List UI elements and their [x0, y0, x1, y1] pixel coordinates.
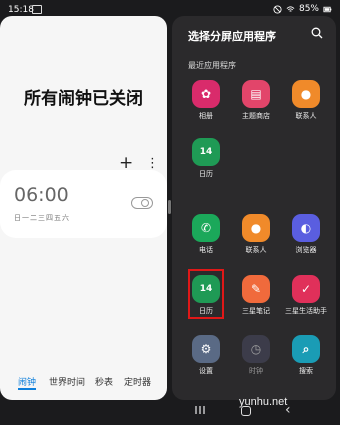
- app-label: 联系人: [245, 246, 267, 254]
- reminder-icon: ✓: [292, 275, 320, 303]
- split-divider-handle[interactable]: [168, 200, 171, 214]
- app-label: 电话: [199, 246, 213, 254]
- wifi-icon: [286, 5, 295, 12]
- mute-icon: [273, 4, 282, 14]
- tab-alarm[interactable]: 闹钟: [18, 375, 36, 388]
- clock-app-window: 所有闹钟已关闭 + ⋮ 06:00 日一二三四五六 闹钟 世界时间 秒表 定时器: [0, 16, 167, 400]
- calendar-date-glyph: 14: [199, 147, 213, 157]
- app-label: 时钟: [249, 367, 263, 375]
- picker-title: 选择分屏应用程序: [188, 30, 276, 43]
- calendar-icon: 14: [192, 138, 220, 166]
- app-label: 三星生活助手: [285, 307, 327, 315]
- app-reminder[interactable]: ✓ 三星生活助手: [284, 275, 328, 316]
- app-label: 联系人: [295, 112, 317, 120]
- app-calendar[interactable]: 14 日历: [184, 275, 228, 316]
- recent-apps-label: 最近应用程序: [188, 61, 236, 70]
- app-label: 相册: [199, 112, 213, 120]
- watermark: yunhu.net: [239, 396, 288, 408]
- alarm-time: 06:00: [14, 184, 69, 206]
- contact-icon: ●: [242, 214, 270, 242]
- app-browser[interactable]: ◐ 浏览器: [284, 214, 328, 255]
- alarm-days: 日一二三四五六: [14, 214, 70, 222]
- app-label: 浏览器: [295, 246, 317, 254]
- phone-icon: ✆: [192, 214, 220, 242]
- notes-icon: ✎: [242, 275, 270, 303]
- gear-icon: ⚙: [192, 335, 220, 363]
- app-contacts[interactable]: ● 联系人: [234, 214, 278, 255]
- gallery-notification-icon: [32, 5, 42, 14]
- page-title: 所有闹钟已关闭: [24, 89, 143, 109]
- app-settings[interactable]: ⚙ 设置: [184, 335, 228, 376]
- app-clock[interactable]: ◷ 时钟: [234, 335, 278, 376]
- app-label: 三星笔记: [242, 307, 270, 315]
- calendar-icon: 14: [192, 275, 220, 303]
- status-time: 15:18: [8, 5, 34, 15]
- app-phone[interactable]: ✆ 电话: [184, 214, 228, 255]
- navigation-bar: ‹: [0, 400, 340, 425]
- tab-world-clock[interactable]: 世界时间: [49, 375, 85, 388]
- active-tab-indicator: [18, 388, 36, 390]
- calendar-date-glyph: 14: [199, 284, 213, 294]
- app-label: 主题商店: [242, 112, 270, 120]
- flower-icon: ✿: [192, 80, 220, 108]
- app-search[interactable]: ⌕ 搜索: [284, 335, 328, 376]
- tab-stopwatch[interactable]: 秒表: [95, 375, 113, 388]
- app-picker-window: 选择分屏应用程序 最近应用程序 ✿ 相册 ▤ 主题商店 ● 联系人 14 日历 …: [172, 16, 336, 400]
- app-label: 搜索: [299, 367, 313, 375]
- app-label: 设置: [199, 367, 213, 375]
- app-samsung-notes[interactable]: ✎ 三星笔记: [234, 275, 278, 316]
- search-app-icon: ⌕: [292, 335, 320, 363]
- app-label: 日历: [199, 307, 213, 315]
- clock-icon: ◷: [242, 335, 270, 363]
- contact-icon: ●: [292, 80, 320, 108]
- recent-app-theme-store[interactable]: ▤ 主题商店: [234, 80, 278, 121]
- battery-percent: 85%: [298, 4, 319, 14]
- recent-app-contacts[interactable]: ● 联系人: [284, 80, 328, 121]
- alarm-toggle[interactable]: [131, 197, 153, 209]
- recent-apps-icon[interactable]: [194, 405, 206, 415]
- browser-icon: ◐: [292, 214, 320, 242]
- battery-icon: [323, 6, 332, 12]
- recent-app-gallery[interactable]: ✿ 相册: [184, 80, 228, 121]
- alarm-card[interactable]: 06:00 日一二三四五六: [0, 170, 167, 238]
- recent-app-calendar[interactable]: 14 日历: [184, 138, 228, 179]
- app-label: 日历: [199, 170, 213, 178]
- search-icon[interactable]: [311, 27, 323, 39]
- theme-store-icon: ▤: [242, 80, 270, 108]
- tab-timer[interactable]: 定时器: [124, 375, 151, 388]
